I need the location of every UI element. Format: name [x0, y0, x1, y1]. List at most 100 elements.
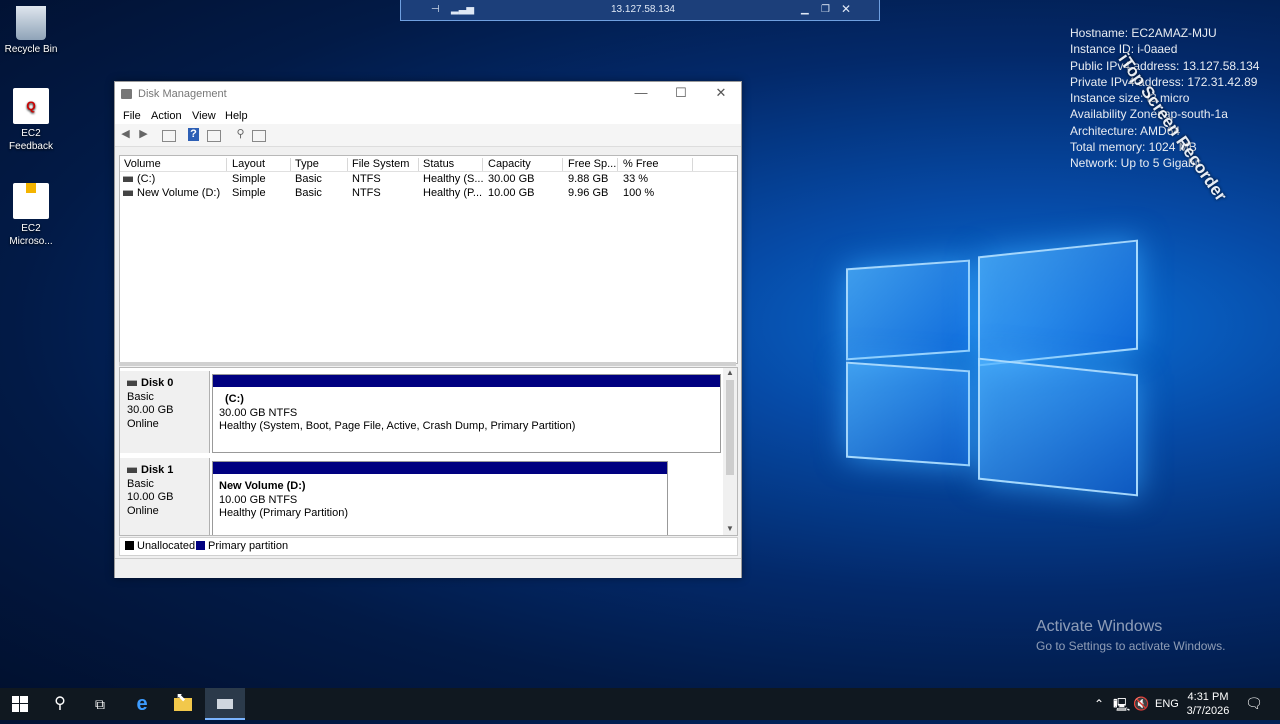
disk-0-label[interactable]: Disk 0 Basic 30.00 GB Online: [120, 371, 210, 453]
notifications-icon[interactable]: 🗨: [1245, 695, 1263, 712]
col-capacity[interactable]: Capacity: [488, 158, 563, 171]
col-type[interactable]: Type: [295, 158, 348, 171]
partition-name: (C:): [225, 393, 244, 405]
disk-icon: [127, 380, 137, 387]
instance-info: Hostname: EC2AMAZ-MJU Instance ID: i-0aa…: [1070, 25, 1259, 172]
info-line: Network: Up to 5 Gigabit: [1070, 156, 1201, 171]
info-line: Public IPv4 address: 13.127.58.134: [1070, 58, 1260, 73]
language-indicator[interactable]: ENG: [1155, 698, 1179, 710]
disk-management-taskbar-icon[interactable]: [205, 688, 245, 720]
desktop-icon-label: Recycle Bin: [4, 44, 58, 55]
ec2-launch-icon: [13, 183, 49, 219]
status-bar: [115, 558, 741, 578]
maximize-button[interactable]: ☐: [661, 85, 701, 101]
show-hide-console-icon[interactable]: [162, 130, 176, 142]
info-line: Total memory: 1024 MB: [1070, 140, 1197, 155]
task-view-icon[interactable]: ⧉: [80, 688, 120, 720]
start-button[interactable]: [0, 688, 40, 720]
disk-management-window: Disk Management — ☐ ✕ File Action View H…: [114, 81, 742, 578]
desktop-icon-label: EC2 Microso...: [9, 223, 53, 247]
volume-free: 9.96 GB: [568, 187, 609, 199]
help-icon[interactable]: ?: [188, 128, 199, 141]
volume-list: Volume Layout Type File System Status Ca…: [119, 155, 738, 364]
clock-time: 4:31 PM: [1187, 691, 1229, 703]
volume-free: 9.88 GB: [568, 173, 609, 185]
rdp-restore-button[interactable]: ❐: [821, 4, 830, 15]
disk-name: Disk 1: [127, 464, 209, 478]
properties-icon[interactable]: [207, 130, 221, 142]
legend-primary: Primary partition: [208, 540, 289, 552]
window-title: Disk Management: [138, 88, 227, 100]
volume-fs: NTFS: [352, 187, 381, 199]
menu-view[interactable]: View: [192, 110, 216, 122]
col-free-space[interactable]: Free Sp...: [568, 158, 618, 171]
window-titlebar[interactable]: Disk Management — ☐ ✕: [115, 82, 741, 106]
menu-file[interactable]: File: [123, 110, 141, 122]
show-hidden-icons[interactable]: ⌃: [1094, 697, 1104, 711]
windows-logo: [840, 230, 1140, 500]
menu-help[interactable]: Help: [225, 110, 248, 122]
scroll-up-icon[interactable]: ▲: [726, 368, 734, 377]
internet-explorer-icon[interactable]: e: [122, 688, 162, 720]
info-line: Instance ID: i-0aaed: [1070, 42, 1178, 57]
volume-status: Healthy (P...: [423, 187, 483, 199]
partition-d[interactable]: New Volume (D:) 10.00 GB NTFS Healthy (P…: [212, 461, 668, 535]
disk-type: Basic: [127, 390, 154, 403]
col-file-system[interactable]: File System: [352, 158, 419, 171]
clock-date: 3/7/2026: [1186, 705, 1230, 717]
settings-icon[interactable]: [252, 130, 266, 142]
info-line: Private IPv4 address: 172.31.42.89: [1070, 74, 1258, 89]
disk-icon: [127, 467, 137, 474]
volume-row[interactable]: New Volume (D:) Simple Basic NTFS Health…: [120, 186, 737, 200]
disk-graphical-view: Disk 0 Basic 30.00 GB Online (C:) 30.00 …: [119, 367, 738, 536]
disk-size: 10.00 GB: [127, 491, 174, 503]
desktop-icon-ec2-microsoft[interactable]: EC2 Microso...: [4, 170, 58, 248]
scroll-thumb[interactable]: [726, 380, 734, 475]
close-button[interactable]: ✕: [701, 85, 741, 101]
volume-capacity: 10.00 GB: [488, 187, 535, 199]
activate-subtitle: Go to Settings to activate Windows.: [1036, 639, 1226, 653]
network-icon[interactable]: 🖳: [1113, 696, 1130, 718]
mouse-cursor: ⬉: [176, 690, 187, 704]
scroll-down-icon[interactable]: ▼: [726, 524, 734, 533]
disk-1-label[interactable]: Disk 1 Basic 10.00 GB Online: [120, 458, 210, 535]
volume-list-header: Volume Layout Type File System Status Ca…: [120, 156, 737, 172]
volume-fs: NTFS: [352, 173, 381, 185]
feedback-icon: Q: [13, 88, 49, 124]
forward-icon[interactable]: ▶: [136, 128, 151, 141]
clock[interactable]: 4:31 PM 3/7/2026: [1186, 690, 1230, 718]
partition-status: Healthy (Primary Partition): [219, 507, 348, 519]
legend: Unallocated Primary partition: [119, 537, 738, 556]
minimize-button[interactable]: —: [621, 85, 661, 100]
rescan-disks-icon[interactable]: ⚲: [233, 128, 248, 141]
disk-pane-scrollbar[interactable]: ▲ ▼: [723, 368, 737, 535]
col-percent-free[interactable]: % Free: [623, 158, 693, 171]
volume-row[interactable]: (C:) Simple Basic NTFS Healthy (S... 30.…: [120, 172, 737, 186]
disk-size: 30.00 GB: [127, 404, 174, 416]
activate-title: Activate Windows: [1036, 618, 1163, 635]
activate-windows-notice: Activate Windows Go to Settings to activ…: [1036, 618, 1225, 653]
volume-icon[interactable]: 🔇: [1133, 696, 1149, 712]
menu-action[interactable]: Action: [151, 110, 182, 122]
desktop-icon-ec2-feedback[interactable]: Q EC2 Feedback: [4, 88, 58, 153]
drive-icon: [123, 190, 133, 197]
desktop-icon-label: EC2 Feedback: [9, 128, 53, 152]
partition-name: New Volume (D:): [219, 480, 306, 492]
partition-c[interactable]: (C:) 30.00 GB NTFS Healthy (System, Boot…: [212, 374, 721, 453]
back-icon[interactable]: ◀: [118, 128, 133, 141]
rdp-close-button[interactable]: ✕: [841, 2, 851, 16]
desktop-icon-recycle-bin[interactable]: Recycle Bin: [4, 6, 58, 56]
volume-pct-free: 33 %: [623, 173, 649, 185]
col-volume[interactable]: Volume: [124, 158, 227, 171]
search-icon[interactable]: ⚲: [40, 688, 80, 720]
col-layout[interactable]: Layout: [232, 158, 291, 171]
col-status[interactable]: Status: [423, 158, 483, 171]
rdp-minimize-button[interactable]: ▁: [801, 4, 809, 15]
pin-icon[interactable]: ⊣: [431, 4, 440, 15]
disk-state: Online: [127, 417, 159, 430]
partition-bar: [213, 375, 720, 387]
unallocated-swatch: [125, 541, 134, 550]
volume-name: (C:): [123, 173, 155, 185]
rdp-connection-bar: ⊣ ▂▃▅ 13.127.58.134 ▁ ❐ ✕: [400, 0, 880, 21]
pane-splitter[interactable]: [119, 362, 736, 366]
